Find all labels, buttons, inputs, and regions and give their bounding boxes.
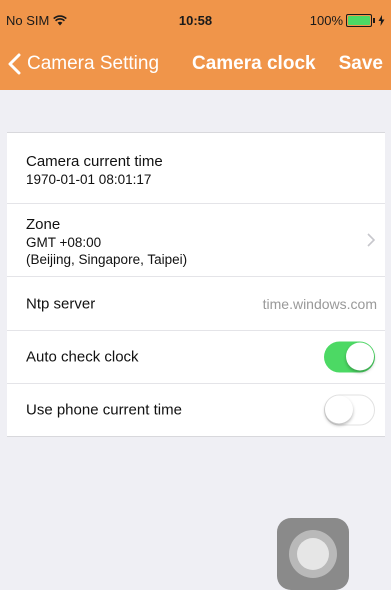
chevron-right-icon: [367, 233, 375, 247]
battery-icon: [346, 14, 372, 27]
navigation-bar: Camera Setting Camera clock Save: [0, 40, 391, 90]
battery-tip: [373, 18, 375, 23]
settings-list: Camera current time 1970-01-01 08:01:17 …: [7, 132, 385, 437]
zone-label: Zone: [26, 216, 61, 233]
use-phone-time-row: Use phone current time: [7, 384, 385, 436]
assistive-touch-center: [297, 538, 329, 570]
ntp-server-row[interactable]: Ntp server time.windows.com: [7, 277, 385, 331]
toggle-knob: [346, 342, 374, 371]
assistive-touch-button[interactable]: [277, 518, 349, 590]
use-phone-time-toggle[interactable]: [324, 394, 375, 426]
auto-check-label: Auto check clock: [26, 348, 139, 366]
use-phone-time-label: Use phone current time: [26, 401, 182, 419]
page-title: Camera clock: [192, 53, 316, 74]
chevron-left-icon: [8, 53, 21, 75]
status-bar: No SIM 10:58 100%: [0, 0, 391, 40]
battery-percent: 100%: [309, 13, 343, 28]
charging-icon: [378, 15, 385, 26]
camera-time-label: Camera current time: [26, 153, 163, 170]
zone-offset: GMT +08:00: [26, 235, 102, 250]
save-button[interactable]: Save: [339, 53, 383, 75]
back-label: Camera Setting: [27, 53, 160, 74]
toggle-knob: [325, 395, 353, 424]
status-right: 100%: [310, 13, 385, 28]
auto-check-toggle[interactable]: [324, 341, 375, 373]
back-button[interactable]: Camera Setting: [8, 53, 159, 75]
zone-row[interactable]: Zone GMT +08:00 (Beijing, Singapore, Tai…: [7, 204, 385, 277]
ntp-server-value[interactable]: time.windows.com: [263, 296, 377, 312]
camera-time-row: Camera current time 1970-01-01 08:01:17: [7, 133, 385, 204]
camera-time-value: 1970-01-01 08:01:17: [26, 172, 152, 187]
zone-cities: (Beijing, Singapore, Taipei): [26, 252, 188, 267]
auto-check-row: Auto check clock: [7, 331, 385, 384]
ntp-server-label: Ntp server: [26, 295, 96, 312]
